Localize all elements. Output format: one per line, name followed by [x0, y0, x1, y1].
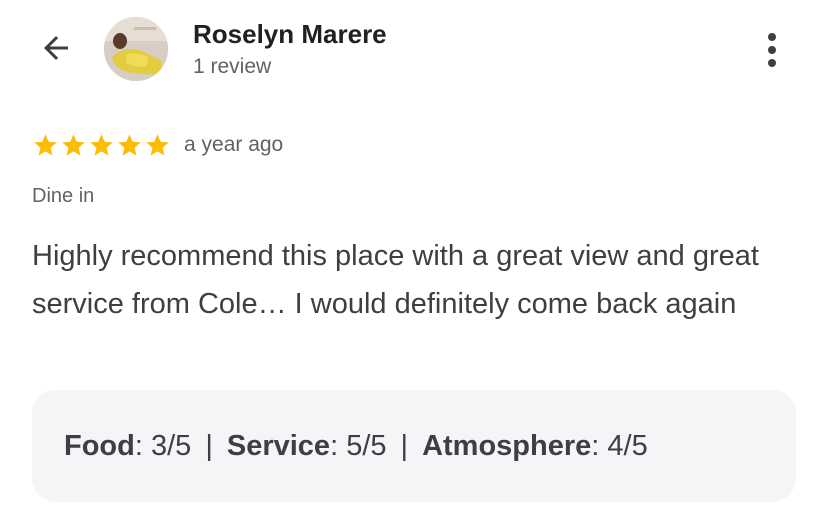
sub-rating-service: Service: 5/5 [227, 430, 387, 463]
sub-rating-colon: : [591, 429, 608, 462]
sub-rating-separator: | [400, 429, 409, 462]
star-icon [90, 133, 113, 156]
dine-mode-label: Dine in [32, 185, 95, 207]
review-timestamp: a year ago [184, 133, 284, 156]
sub-rating-label: Food [64, 429, 135, 462]
star-rating [32, 132, 171, 159]
sub-rating-atmosphere: Atmosphere: 4/5 [422, 430, 648, 463]
sub-rating-label: Atmosphere [422, 429, 592, 462]
sub-rating-colon: : [134, 429, 151, 462]
review-text: Highly recommend this place with a great… [32, 240, 759, 320]
more-vert-icon [768, 33, 776, 41]
reviewer-name[interactable]: Roselyn Marere [193, 19, 387, 50]
avatar[interactable] [104, 17, 168, 81]
sub-rating-value: 5/5 [346, 429, 387, 462]
more-options-button[interactable] [756, 30, 788, 70]
star-icon [62, 133, 85, 156]
review-detail-page: Roselyn Marere 1 review a year ago Dine … [0, 0, 828, 528]
star-icon [118, 133, 141, 156]
arrow-back-icon [38, 30, 74, 71]
review-count: 1 review [193, 55, 272, 78]
sub-rating-value: 4/5 [607, 429, 648, 462]
star-icon [146, 133, 169, 156]
star-icon [34, 133, 57, 156]
sub-ratings-box: Food: 3/5 | Service: 5/5 | Atmosphere: 4/5 [32, 390, 796, 502]
rating-row: a year ago [32, 128, 283, 162]
sub-rating-value: 3/5 [150, 429, 192, 462]
sub-rating-label: Service [226, 429, 331, 462]
sub-rating-separator: | [205, 429, 213, 462]
sub-rating-food: Food: 3/5 [64, 430, 191, 463]
back-button[interactable] [36, 30, 76, 70]
sub-rating-colon: : [330, 429, 347, 462]
